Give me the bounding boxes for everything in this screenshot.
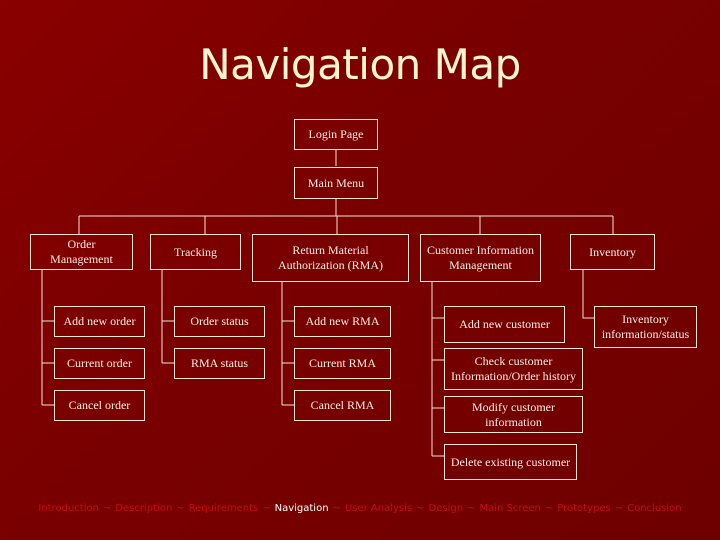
node-inventory: Inventory — [570, 234, 655, 270]
node-rma: Return Material Authorization (RMA) — [252, 234, 409, 282]
connector — [582, 270, 594, 319]
node-login-page: Login Page — [294, 119, 378, 150]
node-current-order: Current order — [54, 348, 145, 379]
footer-separator: ~ — [262, 503, 271, 514]
node-cancel-order: Cancel order — [54, 390, 145, 421]
node-cancel-rma: Cancel RMA — [294, 390, 391, 421]
node-add-new-customer: Add new customer — [444, 306, 565, 343]
footer-link-introduction[interactable]: Introduction — [38, 503, 99, 514]
node-main-menu: Main Menu — [294, 167, 378, 199]
footer-separator: ~ — [176, 503, 185, 514]
footer-link-design[interactable]: Design — [429, 503, 464, 514]
node-rma-status: RMA status — [174, 348, 265, 379]
footer-separator: ~ — [467, 503, 476, 514]
node-check-customer-history: Check customer Information/Order history — [444, 348, 583, 390]
node-order-management: Order Management — [30, 234, 133, 270]
node-delete-existing-customer: Delete existing customer — [444, 444, 577, 480]
footer-link-navigation[interactable]: Navigation — [275, 503, 329, 514]
node-add-new-order: Add new order — [54, 306, 145, 337]
footer-link-user-analysis[interactable]: User Analysis — [345, 503, 412, 514]
footer-link-main-screen[interactable]: Main Screen — [479, 503, 540, 514]
node-order-status: Order status — [174, 306, 265, 337]
footer-link-requirements[interactable]: Requirements — [189, 503, 259, 514]
node-current-rma: Current RMA — [294, 348, 391, 379]
footer-separator: ~ — [332, 503, 341, 514]
footer-link-conclusion[interactable]: Conclusion — [627, 503, 682, 514]
footer-separator: ~ — [102, 503, 112, 514]
footer-link-description[interactable]: Description — [115, 503, 172, 514]
node-inventory-information-status: Inventory information/status — [594, 306, 697, 348]
footer-link-prototypes[interactable]: Prototypes — [557, 503, 610, 514]
footer-separator: ~ — [416, 503, 425, 514]
node-customer-information-management: Customer Information Management — [420, 234, 541, 282]
footer-navigation: Introduction ~ Description ~ Requirements ~ Na… — [0, 503, 720, 514]
footer-separator: ~ — [544, 503, 554, 514]
node-modify-customer-information: Modify customer information — [444, 396, 583, 433]
node-add-new-rma: Add new RMA — [294, 306, 391, 337]
node-tracking: Tracking — [150, 234, 241, 270]
footer-separator: ~ — [614, 503, 624, 514]
